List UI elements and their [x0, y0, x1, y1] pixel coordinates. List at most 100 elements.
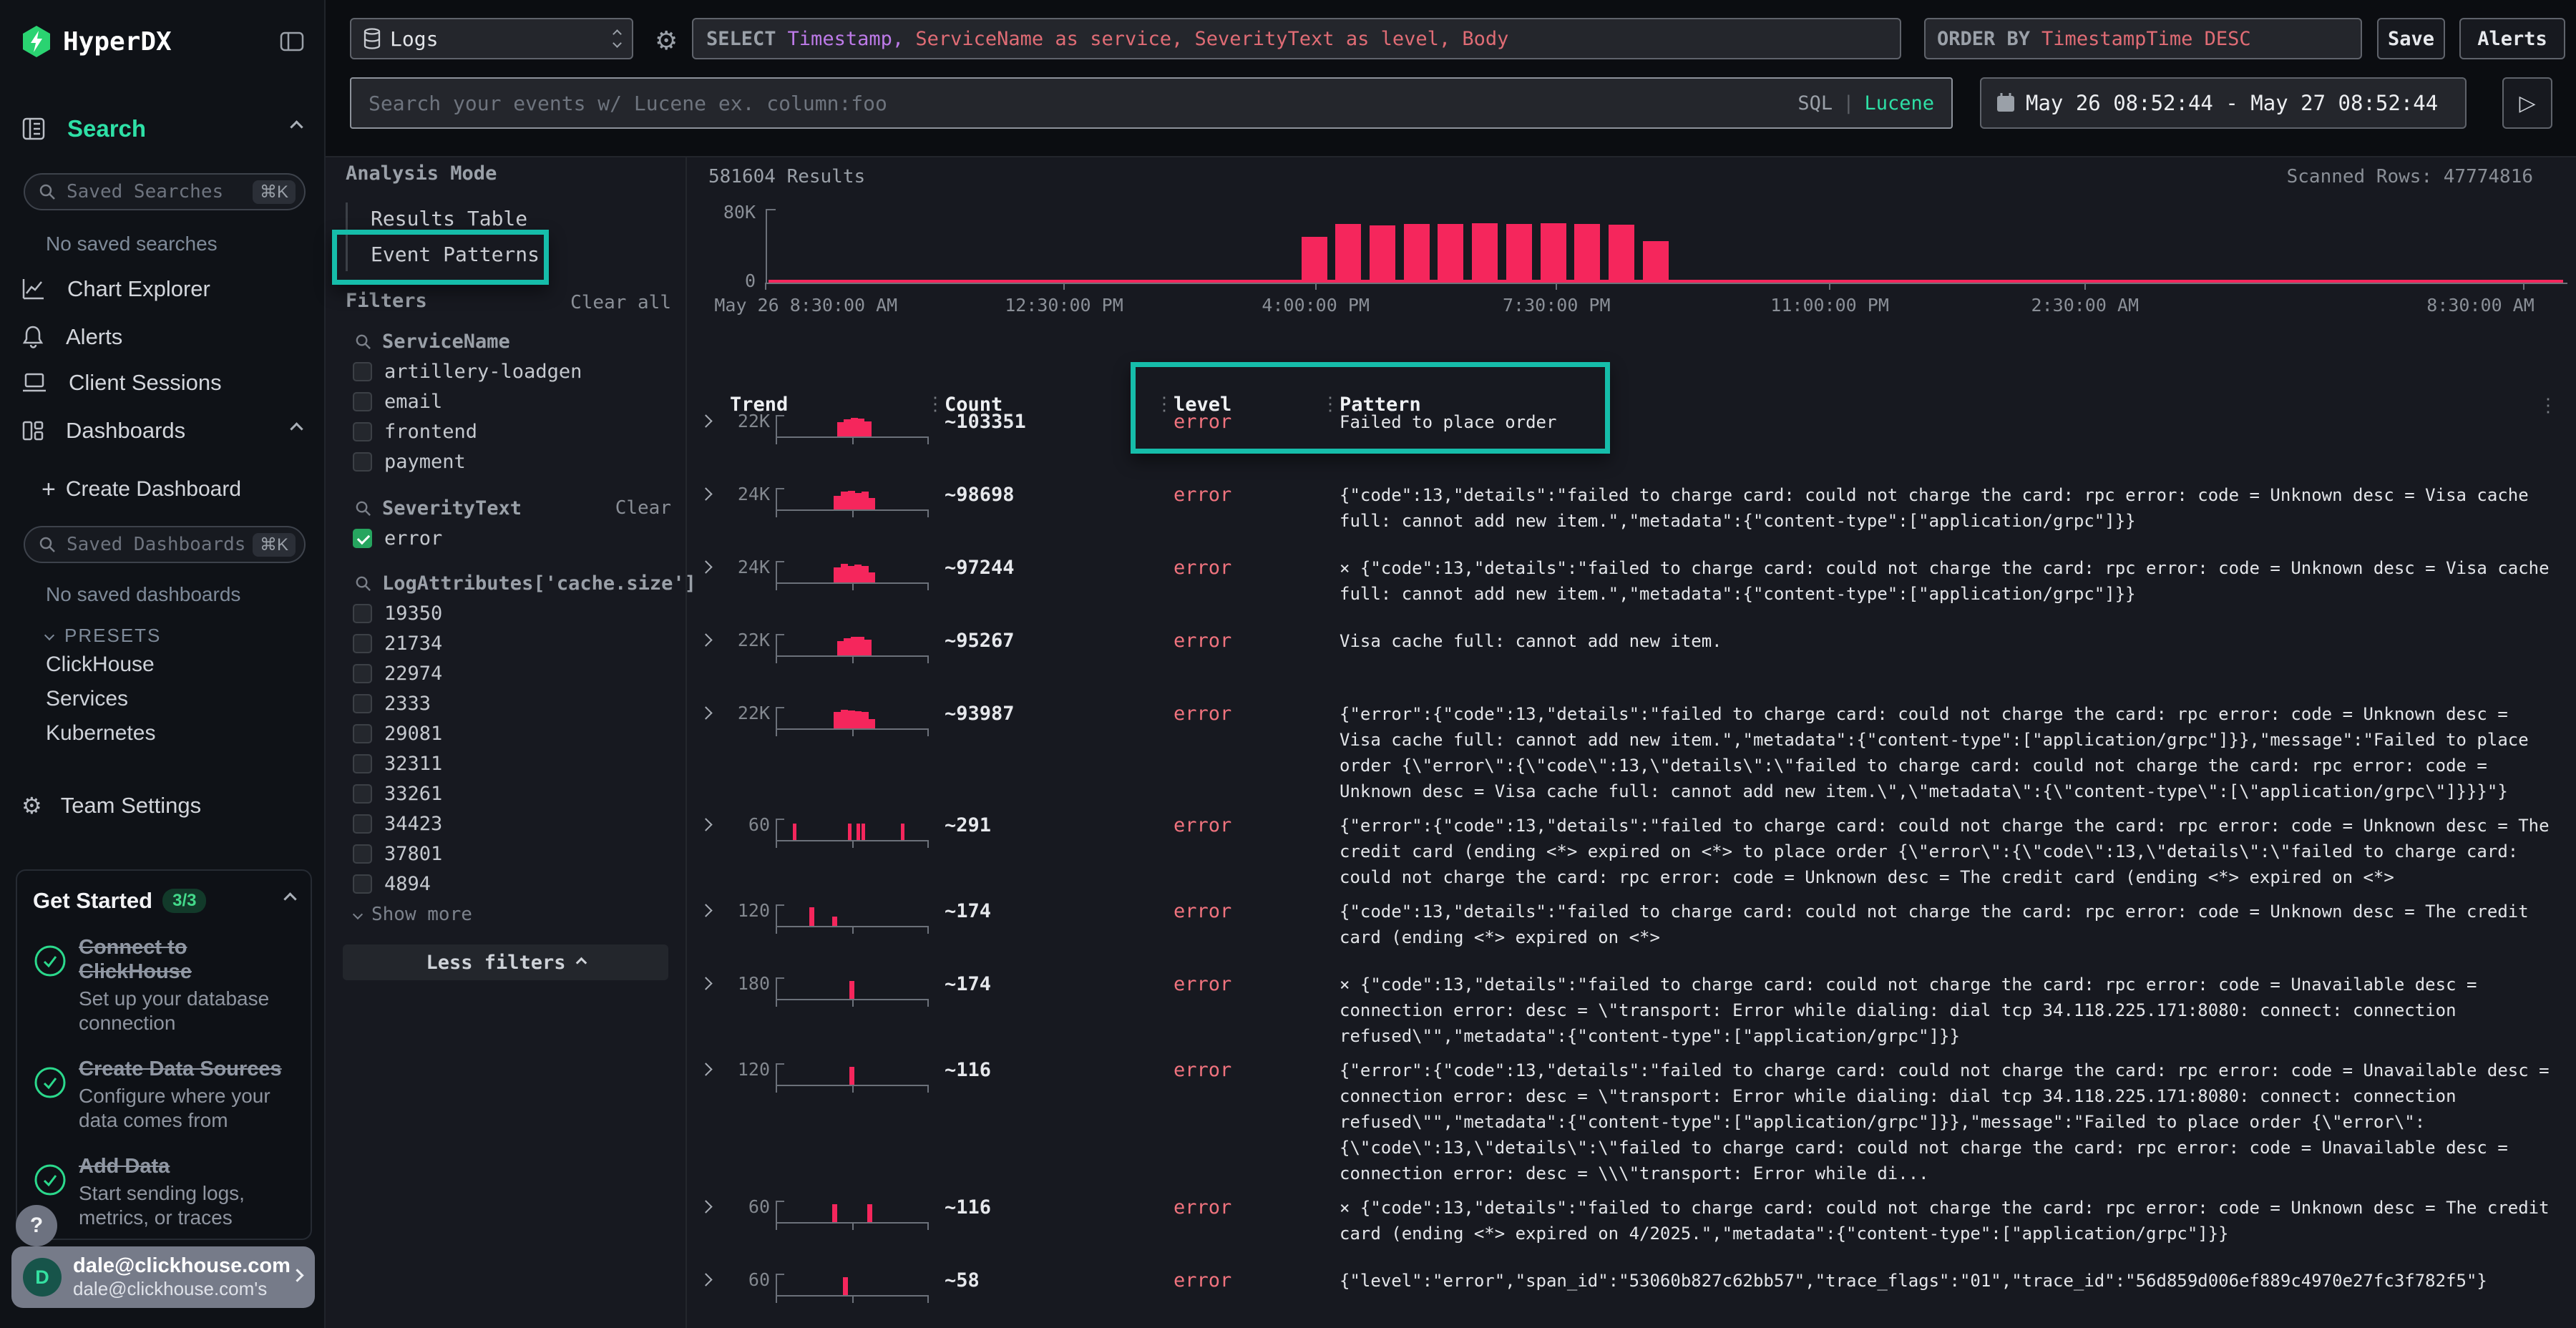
less-filters-button[interactable]: Less filters: [343, 944, 668, 980]
pattern-cell[interactable]: {"error":{"code":13,"details":"failed to…: [1340, 813, 2562, 890]
save-button[interactable]: Save: [2377, 18, 2445, 59]
histogram-bar[interactable]: [1438, 224, 1463, 283]
expand-row-chevron-icon[interactable]: [699, 706, 712, 719]
pattern-cell[interactable]: {"level":"error","span_id":"53060b827c62…: [1340, 1268, 2562, 1294]
filter-option-22974[interactable]: 22974: [353, 658, 678, 688]
checkbox[interactable]: [353, 392, 372, 411]
histogram-bar[interactable]: [1335, 224, 1361, 283]
checkbox[interactable]: [353, 814, 372, 834]
pattern-cell[interactable]: {"error":{"code":13,"details":"failed to…: [1340, 701, 2562, 804]
filter-option-33261[interactable]: 33261: [353, 778, 678, 809]
histogram-bar[interactable]: [1302, 237, 1327, 283]
chevron-up-icon[interactable]: [292, 122, 301, 135]
order-by-input[interactable]: ORDER BYTimestampTime DESC: [1924, 18, 2362, 59]
expand-row-chevron-icon[interactable]: [699, 560, 712, 573]
expand-row-chevron-icon[interactable]: [699, 414, 712, 427]
preset-services[interactable]: Services: [46, 687, 128, 711]
saved-dashboards-input[interactable]: Saved Dashboards ⌘K: [24, 526, 306, 563]
user-menu[interactable]: D dale@clickhouse.com dale@clickhouse.co…: [11, 1246, 315, 1308]
expand-row-chevron-icon[interactable]: [699, 904, 712, 917]
run-query-button[interactable]: ▷: [2502, 77, 2552, 129]
filter-option-37801[interactable]: 37801: [353, 839, 678, 869]
source-select[interactable]: Logs: [350, 18, 633, 59]
pattern-row-9[interactable]: 120~116error{"error":{"code":13,"details…: [697, 1058, 2562, 1186]
create-dashboard-button[interactable]: + Create Dashboard: [0, 469, 324, 509]
pattern-row-11[interactable]: 60~58error{"level":"error","span_id":"53…: [697, 1268, 2562, 1328]
filter-option-29081[interactable]: 29081: [353, 718, 678, 748]
pattern-cell[interactable]: × {"code":13,"details":"failed to charge…: [1340, 972, 2562, 1049]
sidebar-item-client-sessions[interactable]: Client Sessions: [0, 363, 324, 403]
clear-all-filters-link[interactable]: Clear all: [570, 292, 671, 313]
pattern-cell[interactable]: × {"code":13,"details":"failed to charge…: [1340, 555, 2562, 607]
search-icon[interactable]: [354, 333, 372, 351]
chevron-up-icon[interactable]: [292, 424, 301, 437]
pattern-row-10[interactable]: 60~116error× {"code":13,"details":"faile…: [697, 1195, 2562, 1259]
expand-row-chevron-icon[interactable]: [699, 1273, 712, 1286]
expand-row-chevron-icon[interactable]: [699, 977, 712, 990]
sidebar-item-alerts[interactable]: Alerts: [0, 317, 324, 357]
pattern-cell[interactable]: Visa cache full: cannot add new item.: [1340, 628, 2562, 654]
search-icon[interactable]: [354, 575, 372, 592]
date-range-picker[interactable]: May 26 08:52:44 - May 27 08:52:44: [1980, 77, 2467, 129]
search-icon[interactable]: [354, 499, 372, 517]
expand-row-chevron-icon[interactable]: [699, 1063, 712, 1075]
filter-option-payment[interactable]: payment: [353, 446, 678, 477]
checkbox[interactable]: [353, 634, 372, 653]
filter-option-4894[interactable]: 4894: [353, 869, 678, 899]
sidebar-item-team-settings[interactable]: ⚙ Team Settings: [0, 786, 324, 826]
results-histogram[interactable]: May 26 8:30:00 AM12:30:00 PM4:00:00 PM7:…: [766, 209, 2563, 283]
histogram-bar[interactable]: [1643, 241, 1669, 283]
pattern-cell[interactable]: {"error":{"code":13,"details":"failed to…: [1340, 1058, 2562, 1186]
checkbox[interactable]: [353, 754, 372, 773]
checkbox[interactable]: [353, 784, 372, 804]
checkbox[interactable]: [353, 422, 372, 441]
get-started-item-connect[interactable]: Connect to ClickHouse Set up your databa…: [33, 935, 295, 1035]
pattern-row-5[interactable]: 22K~93987error{"error":{"code":13,"detai…: [697, 701, 2562, 804]
pattern-row-3[interactable]: 24K~97244error× {"code":13,"details":"fa…: [697, 555, 2562, 620]
pattern-cell[interactable]: × {"code":13,"details":"failed to charge…: [1340, 1195, 2562, 1246]
checkbox[interactable]: [353, 664, 372, 683]
pattern-cell[interactable]: {"code":13,"details":"failed to charge c…: [1340, 899, 2562, 950]
expand-row-chevron-icon[interactable]: [699, 487, 712, 500]
checkbox[interactable]: [353, 604, 372, 623]
sql-toggle[interactable]: SQL: [1797, 92, 1833, 114]
filter-option-21734[interactable]: 21734: [353, 628, 678, 658]
clear-severity-filter-link[interactable]: Clear: [615, 497, 671, 519]
sidebar-item-dashboards[interactable]: Dashboards: [0, 411, 324, 451]
get-started-item-add-data[interactable]: Add Data Start sending logs, metrics, or…: [33, 1154, 295, 1230]
alerts-button[interactable]: Alerts: [2459, 18, 2565, 59]
expand-row-chevron-icon[interactable]: [699, 818, 712, 831]
checkbox[interactable]: [353, 874, 372, 894]
filter-option-frontend[interactable]: frontend: [353, 416, 678, 446]
preset-clickhouse[interactable]: ClickHouse: [46, 653, 155, 677]
histogram-bar[interactable]: [1506, 224, 1532, 283]
filter-option-2333[interactable]: 2333: [353, 688, 678, 718]
checkbox-checked[interactable]: [353, 529, 372, 548]
histogram-bar[interactable]: [1541, 223, 1566, 283]
saved-searches-input[interactable]: Saved Searches ⌘K: [24, 173, 306, 210]
filter-option-email[interactable]: email: [353, 386, 678, 416]
pattern-row-7[interactable]: 120~174error{"code":13,"details":"failed…: [697, 899, 2562, 963]
preset-kubernetes[interactable]: Kubernetes: [46, 721, 155, 746]
lucene-toggle[interactable]: Lucene: [1864, 92, 1934, 114]
query-language-toggle[interactable]: SQL|Lucene: [1797, 92, 1934, 114]
source-settings-gear-icon[interactable]: ⚙: [655, 26, 678, 56]
lucene-search-input[interactable]: Search your events w/ Lucene ex. column:…: [350, 77, 1953, 129]
checkbox[interactable]: [353, 844, 372, 864]
pattern-row-6[interactable]: 60~291error{"error":{"code":13,"details"…: [697, 813, 2562, 890]
filter-option-artillery-loadgen[interactable]: artillery-loadgen: [353, 356, 678, 386]
histogram-bar[interactable]: [1609, 225, 1634, 283]
sidebar-item-chart-explorer[interactable]: Chart Explorer: [0, 269, 324, 309]
help-button[interactable]: ?: [16, 1205, 57, 1246]
filter-option-34423[interactable]: 34423: [353, 809, 678, 839]
expand-row-chevron-icon[interactable]: [699, 1200, 712, 1213]
filter-option-error[interactable]: error: [353, 523, 678, 553]
pattern-cell[interactable]: {"code":13,"details":"failed to charge c…: [1340, 482, 2562, 534]
show-more-toggle[interactable]: Show more: [354, 900, 472, 929]
pattern-row-2[interactable]: 24K~98698error{"code":13,"details":"fail…: [697, 482, 2562, 547]
collapse-sidebar-icon[interactable]: [280, 31, 304, 52]
histogram-bar[interactable]: [1404, 224, 1430, 283]
get-started-item-sources[interactable]: Create Data Sources Configure where your…: [33, 1057, 295, 1133]
pattern-row-8[interactable]: 180~174error× {"code":13,"details":"fail…: [697, 972, 2562, 1049]
pattern-row-1[interactable]: 22K~103351errorFailed to place order: [697, 409, 2562, 474]
